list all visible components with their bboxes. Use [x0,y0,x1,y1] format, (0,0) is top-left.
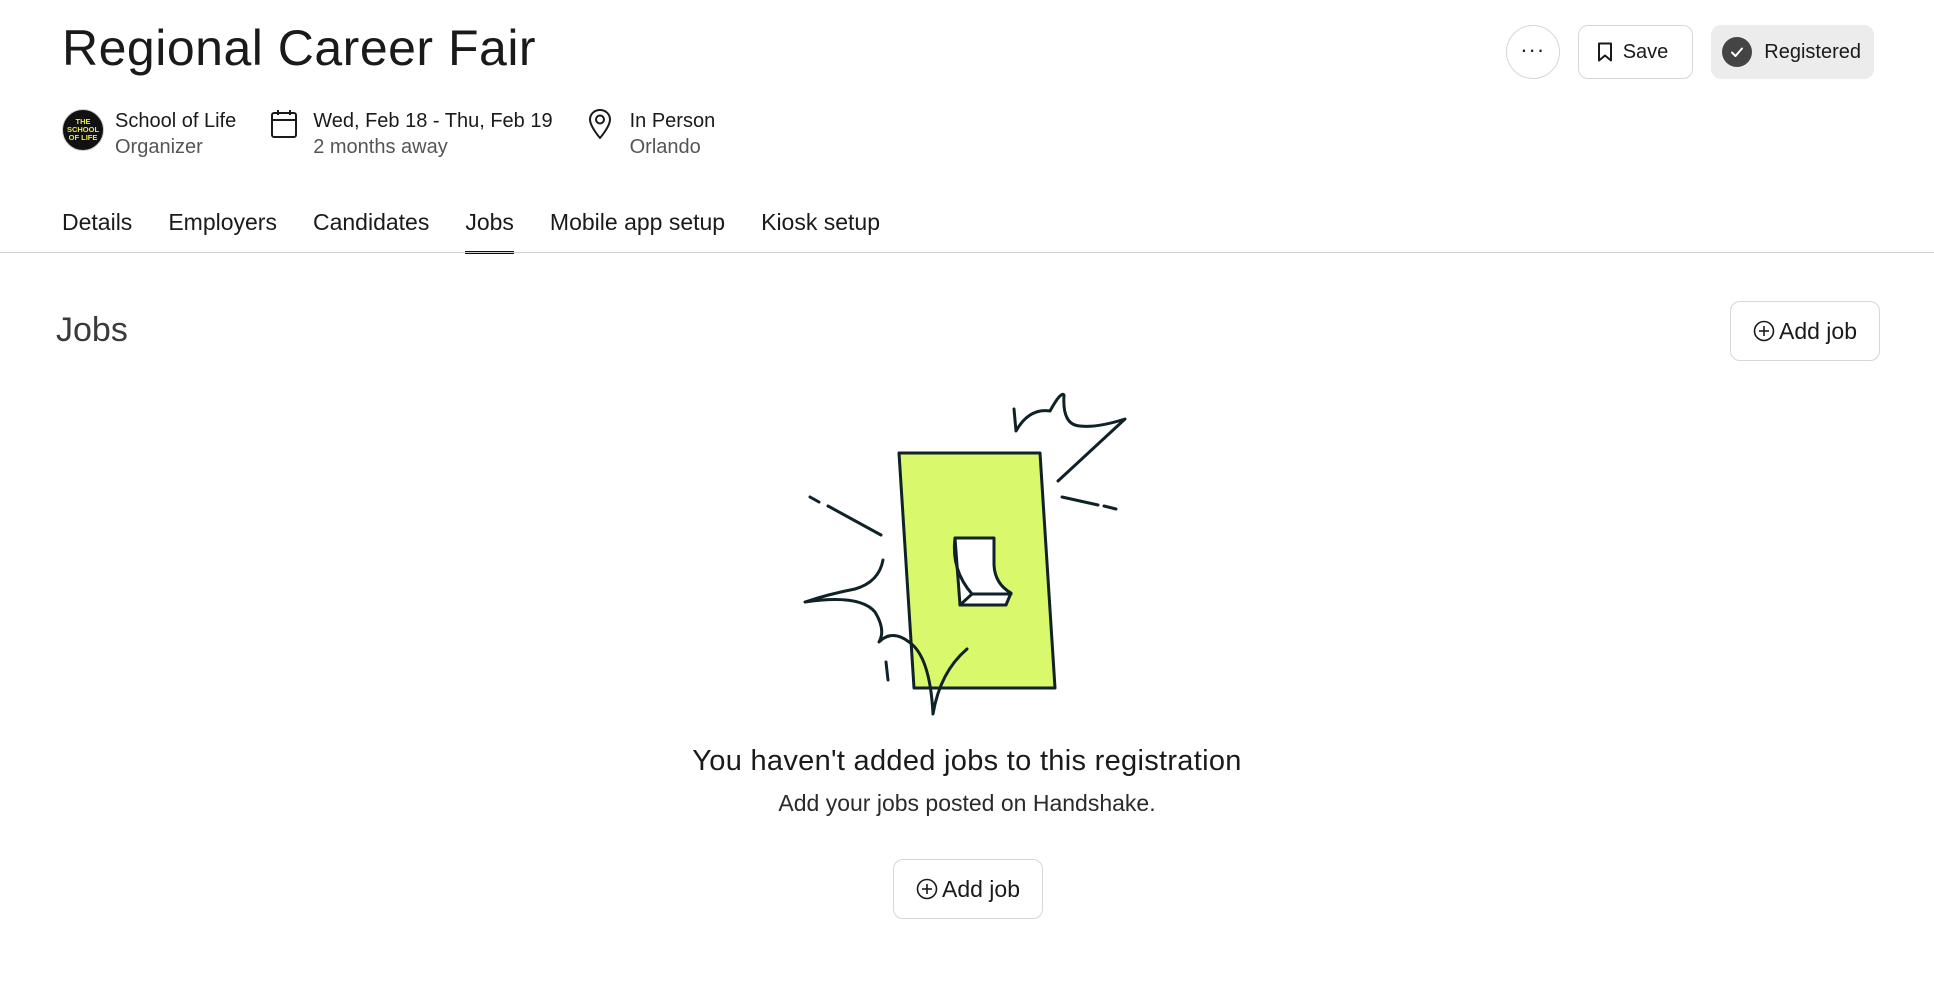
date-info: Wed, Feb 18 - Thu, Feb 19 2 months away [270,108,553,160]
save-button[interactable]: Save [1577,25,1694,79]
tab-jobs[interactable]: Jobs [465,198,514,254]
organizer-name[interactable]: School of Life [115,108,236,134]
page-title: Regional Career Fair [62,20,537,76]
tab-bar: Details Employers Candidates Jobs Mobile… [62,198,880,254]
event-meta: THE SCHOOL OF LIFE School of Life Organi… [62,108,715,160]
bookmark-icon [1597,42,1612,62]
organizer-info: THE SCHOOL OF LIFE School of Life Organi… [62,108,236,160]
header-actions: ··· Save Registered [1505,25,1874,79]
tab-kiosk-setup[interactable]: Kiosk setup [761,198,880,252]
date-range: Wed, Feb 18 - Thu, Feb 19 [313,110,553,132]
location-city: Orlando [629,136,701,158]
empty-state-illustration [803,392,1127,716]
organizer-role: Organizer [115,136,203,158]
calendar-icon [271,110,298,138]
map-pin-icon [588,109,611,139]
organizer-logo[interactable]: THE SCHOOL OF LIFE [62,109,104,151]
svg-text:OF LIFE: OF LIFE [69,133,98,142]
jobs-section-title: Jobs [56,311,128,349]
check-circle-icon [1722,37,1753,67]
empty-state-title: You haven't added jobs to this registrat… [692,745,1242,777]
location-type: In Person [629,110,716,132]
plus-circle-icon [1753,320,1775,342]
add-job-label: Add job [1778,317,1857,344]
empty-add-job-label: Add job [941,875,1020,902]
date-relative: 2 months away [313,136,448,158]
tabs-divider [0,252,1934,253]
registered-label: Registered [1764,40,1861,63]
location-info: In Person Orlando [587,108,716,160]
empty-add-job-button[interactable]: Add job [893,859,1043,919]
empty-state-subtitle: Add your jobs posted on Handshake. [778,790,1156,816]
tab-candidates[interactable]: Candidates [313,198,429,252]
more-options-button[interactable]: ··· [1505,25,1560,79]
save-label: Save [1622,40,1669,63]
add-job-button[interactable]: Add job [1730,301,1880,361]
tab-employers[interactable]: Employers [168,198,277,252]
tab-mobile-app-setup[interactable]: Mobile app setup [550,198,725,252]
plus-circle-icon [916,878,938,900]
registered-button[interactable]: Registered [1711,25,1874,79]
tab-details[interactable]: Details [62,198,132,252]
